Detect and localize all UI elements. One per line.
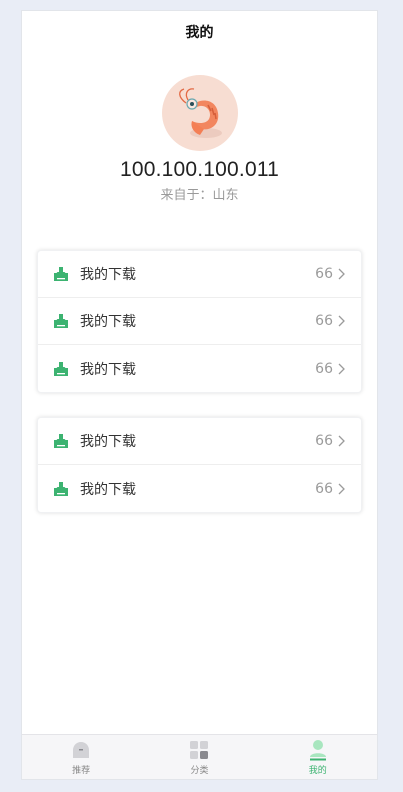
avatar[interactable] [161, 75, 238, 151]
tab-label: 推荐 [72, 765, 91, 776]
menu-item-download[interactable]: 我的下载 66 [38, 465, 361, 512]
menu-item-download[interactable]: 我的下载 66 [38, 345, 361, 392]
profile-section: 100.100.100.011 来自于：山东 [22, 75, 377, 203]
menu-item-count: 66 [315, 433, 333, 449]
menu-item-label: 我的下载 [80, 434, 136, 450]
location-text: 来自于：山东 [160, 188, 239, 203]
menu-item-count: 66 [315, 480, 333, 497]
page-title: 我的 [185, 25, 214, 41]
menu-item-download[interactable]: 我的下载 66 [38, 251, 361, 298]
chevron-right-icon [337, 483, 345, 495]
menu-item-label: 我的下载 [80, 267, 136, 283]
download-icon [54, 481, 68, 496]
category-icon [188, 739, 210, 761]
download-icon [54, 314, 68, 328]
download-icon [54, 267, 68, 281]
user-icon [307, 739, 329, 761]
download-icon [54, 361, 68, 376]
menu-item-count: 66 [315, 266, 333, 282]
chevron-right-icon [337, 435, 345, 447]
ip-address: 100.100.100.011 [119, 158, 280, 181]
download-icon [54, 434, 68, 448]
menu-item-label: 我的下载 [80, 481, 136, 498]
menu-item-label: 我的下载 [80, 361, 136, 378]
chevron-right-icon [337, 268, 345, 280]
tab-label: 我的 [308, 765, 327, 776]
menu-group-2: 我的下载 66 我的下载 66 [37, 417, 362, 513]
chevron-right-icon [337, 315, 345, 327]
menu-item-count: 66 [315, 313, 333, 329]
menu-item-label: 我的下载 [80, 314, 136, 330]
home-icon [70, 739, 92, 761]
bottom-tab-bar: 推荐 分类 我的 [22, 734, 377, 779]
menu-group-1: 我的下载 66 我的下载 66 我的下载 66 [37, 250, 362, 393]
tab-recommend[interactable]: 推荐 [41, 739, 121, 776]
shrimp-icon [178, 88, 222, 138]
tab-label: 分类 [190, 765, 209, 776]
tab-category[interactable]: 分类 [159, 739, 239, 776]
phone-screen: 我的 100.100.100.011 来自于：山东 我的下载 66 我的下载 6… [21, 10, 378, 780]
menu-item-download[interactable]: 我的下载 66 [38, 418, 361, 465]
tab-mine[interactable]: 我的 [278, 739, 358, 776]
chevron-right-icon [337, 363, 345, 375]
menu-item-download[interactable]: 我的下载 66 [38, 298, 361, 345]
menu-item-count: 66 [315, 360, 333, 377]
